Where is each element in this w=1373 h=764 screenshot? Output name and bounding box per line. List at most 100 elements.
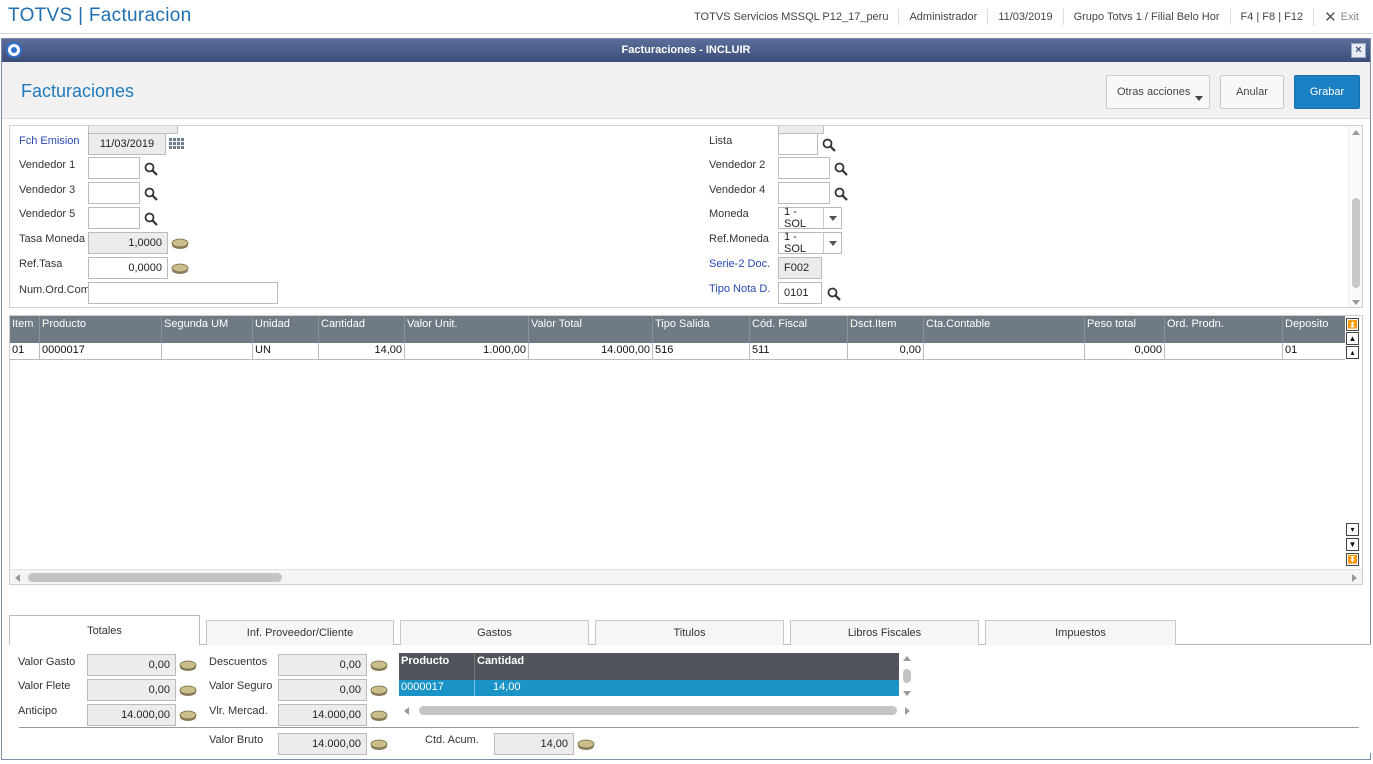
tipo-nota-field[interactable]: 0101 [778,282,822,304]
calculator-coin-icon[interactable] [370,660,388,672]
calculator-coin-icon[interactable] [171,238,189,250]
scroll-down-icon[interactable] [1352,300,1360,305]
cell-cta-contable[interactable] [924,343,1085,360]
scroll-up-icon[interactable] [1352,130,1360,135]
scroll-thumb[interactable] [419,706,897,715]
cell-dsct-item[interactable]: 0,00 [848,343,924,360]
cell-tipo-salida[interactable]: 516 [653,343,750,360]
calculator-coin-icon[interactable] [179,710,197,722]
calculator-coin-icon[interactable] [179,685,197,697]
search-icon[interactable] [144,187,158,201]
col-unidad[interactable]: Unidad [253,316,319,343]
vlr-mercad-field[interactable]: 14.000,00 [278,704,367,726]
calendar-icon[interactable] [169,138,185,152]
scroll-left-icon[interactable] [15,574,20,582]
descuentos-field[interactable]: 0,00 [278,654,367,676]
mini-cell-producto[interactable]: 0000017 [399,680,475,696]
mini-col-cantidad[interactable]: Cantidad [475,653,899,680]
tab-libros-fiscales[interactable]: Libros Fiscales [790,620,979,645]
last-record-icon[interactable]: ⏬ [1346,553,1359,566]
branch-info[interactable]: Grupo Totvs 1 / Filial Belo Hor [1062,9,1230,25]
cell-unidad[interactable]: UN [253,343,319,360]
grid-horizontal-scrollbar[interactable] [10,569,1362,584]
col-dsct-item[interactable]: Dsct.Item [848,316,924,343]
cell-item[interactable]: 01 [10,343,40,360]
user-info[interactable]: Administrador [898,9,987,25]
cell-valor-total[interactable]: 14.000,00 [529,343,653,360]
vendedor1-field[interactable] [88,157,140,179]
otras-acciones-button[interactable]: Otras acciones [1106,75,1210,109]
anticipo-field[interactable]: 14.000,00 [87,704,176,726]
cell-ord-prodn[interactable] [1165,343,1283,360]
col-valor-total[interactable]: Valor Total [529,316,653,343]
valor-bruto-field[interactable]: 14.000,00 [278,733,367,755]
col-cantidad[interactable]: Cantidad [319,316,405,343]
scroll-thumb[interactable] [903,669,911,683]
search-icon[interactable] [144,212,158,226]
valor-gasto-field[interactable]: 0,00 [87,654,176,676]
num-ord-com-field[interactable] [88,282,278,304]
cell-cantidad[interactable]: 14,00 [319,343,405,360]
row-up-icon[interactable]: ▴ [1346,346,1359,359]
cell-valor-unit[interactable]: 1.000,00 [405,343,529,360]
tab-gastos[interactable]: Gastos [400,620,589,645]
col-peso-total[interactable]: Peso total [1085,316,1165,343]
cell-producto[interactable]: 0000017 [40,343,162,360]
tab-totales[interactable]: Totales [9,615,200,646]
tab-impuestos[interactable]: Impuestos [985,620,1176,645]
moneda-select[interactable]: 1 - SOL [778,206,842,230]
col-deposito[interactable]: Deposito [1283,316,1345,343]
search-icon[interactable] [144,162,158,176]
cell-segunda-um[interactable] [162,343,253,360]
scroll-up-icon[interactable] [903,656,911,661]
col-item[interactable]: Item [10,316,40,343]
mini-grid-horizontal-scrollbar[interactable] [399,703,915,717]
valor-seguro-field[interactable]: 0,00 [278,679,367,701]
valor-flete-field[interactable]: 0,00 [87,679,176,701]
mini-grid-row[interactable]: 0000017 14,00 [399,680,899,696]
tab-titulos[interactable]: Titulos [595,620,784,645]
row-down-icon[interactable]: ▾ [1346,523,1359,536]
scroll-thumb[interactable] [1352,198,1360,288]
calculator-coin-icon[interactable] [370,710,388,722]
vendedor4-field[interactable] [778,182,830,204]
calculator-coin-icon[interactable] [171,263,189,275]
page-up-icon[interactable]: ▲ [1346,332,1359,345]
scroll-thumb[interactable] [28,573,282,582]
lista-field[interactable] [778,133,818,155]
calculator-coin-icon[interactable] [179,660,197,672]
table-row[interactable]: 01 0000017 UN 14,00 1.000,00 14.000,00 5… [10,343,1345,360]
search-icon[interactable] [834,162,848,176]
col-cta-contable[interactable]: Cta.Contable [924,316,1085,343]
first-record-icon[interactable]: ⏫ [1346,318,1359,331]
dialog-close-button[interactable]: × [1351,43,1366,58]
mini-col-producto[interactable]: Producto [399,653,475,680]
col-cod-fiscal[interactable]: Cód. Fiscal [750,316,848,343]
server-info[interactable]: TOTVS Servicios MSSQL P12_17_peru [684,9,898,25]
mini-cell-cantidad[interactable]: 14,00 [475,680,899,696]
calculator-coin-icon[interactable] [370,685,388,697]
tab-inf-proveedor-cliente[interactable]: Inf. Proveedor/Cliente [206,620,394,645]
calculator-coin-icon[interactable] [577,739,595,751]
anular-button[interactable]: Anular [1220,75,1284,109]
calculator-coin-icon[interactable] [370,739,388,751]
scroll-down-icon[interactable] [903,691,911,696]
vendedor5-field[interactable] [88,207,140,229]
search-icon[interactable] [834,187,848,201]
col-ord-prodn[interactable]: Ord. Prodn. [1165,316,1283,343]
vendedor3-field[interactable] [88,182,140,204]
exit-button[interactable]: ✕ Exit [1313,8,1359,26]
fch-emision-field[interactable]: 11/03/2019 [88,133,166,155]
page-down-icon[interactable]: ▼ [1346,538,1359,551]
col-tipo-salida[interactable]: Tipo Salida [653,316,750,343]
mini-grid-vertical-scrollbar[interactable] [901,653,913,699]
ref-moneda-select[interactable]: 1 - SOL [778,231,842,255]
vendedor2-field[interactable] [778,157,830,179]
tasa-moneda-field[interactable]: 1,0000 [88,232,168,254]
search-icon[interactable] [827,287,841,301]
cell-peso-total[interactable]: 0,000 [1085,343,1165,360]
scroll-right-icon[interactable] [1352,574,1357,582]
search-icon[interactable] [822,138,836,152]
date-info[interactable]: 11/03/2019 [987,9,1062,25]
col-segunda-um[interactable]: Segunda UM [162,316,253,343]
